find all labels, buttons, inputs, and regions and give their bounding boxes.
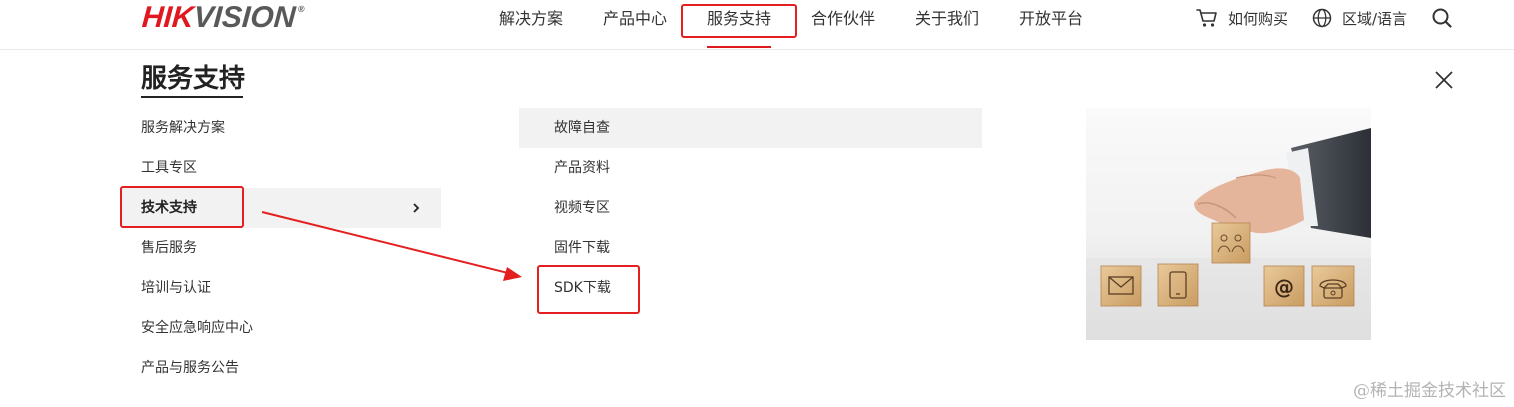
category-item-security-response[interactable]: 安全应急响应中心 (121, 308, 441, 348)
promo-image[interactable]: @ (1086, 108, 1371, 340)
category-label: 工具专区 (141, 160, 197, 176)
nav-label: 解决方案 (499, 9, 564, 28)
tablet-icon (1157, 263, 1199, 307)
how-to-buy-link[interactable]: 如何购买 (1196, 6, 1288, 30)
chevron-right-icon (411, 188, 421, 228)
envelope-icon (1100, 265, 1142, 307)
category-label: 安全应急响应中心 (141, 320, 253, 336)
sub-item-videos[interactable]: 视频专区 (519, 188, 982, 228)
nav-item-open-platform[interactable]: 开放平台 (1019, 8, 1083, 30)
nav-label: 开放平台 (1019, 9, 1084, 28)
logo-part-hik: HIK (140, 1, 195, 34)
nav-label: 产品中心 (603, 9, 668, 28)
sub-item-label: 产品资料 (554, 160, 610, 176)
cart-icon (1196, 9, 1217, 27)
category-label: 售后服务 (141, 240, 197, 256)
nav-label: 服务支持 (707, 9, 772, 28)
category-item-tech-support[interactable]: 技术支持 (121, 188, 441, 228)
category-label: 服务解决方案 (141, 120, 225, 136)
category-label: 技术支持 (141, 200, 197, 216)
sub-item-firmware-download[interactable]: 固件下载 (519, 228, 982, 268)
region-language-selector[interactable]: 区域/语言 (1312, 6, 1407, 30)
sub-item-label: 故障自查 (554, 120, 610, 136)
search-icon (1432, 8, 1452, 28)
people-icon (1211, 222, 1251, 264)
nav-item-solutions[interactable]: 解决方案 (499, 8, 563, 30)
telephone-icon (1311, 265, 1355, 307)
service-category-list: 服务解决方案 工具专区 技术支持 售后服务 培训与认证 安全应急响应中心 产品与… (121, 108, 441, 388)
sub-item-self-diagnosis[interactable]: 故障自查 (519, 108, 982, 148)
svg-text:@: @ (1274, 275, 1294, 299)
search-button[interactable] (1431, 6, 1463, 30)
category-item-tools[interactable]: 工具专区 (121, 148, 441, 188)
nav-label: 合作伙伴 (811, 9, 876, 28)
region-language-label: 区域/语言 (1342, 9, 1408, 28)
menu-title-underline (141, 96, 243, 98)
category-label: 培训与认证 (141, 280, 211, 296)
nav-item-partners[interactable]: 合作伙伴 (811, 8, 875, 30)
nav-item-products[interactable]: 产品中心 (603, 8, 667, 30)
logo-part-vision: VISION (192, 1, 297, 34)
category-item-announcements[interactable]: 产品与服务公告 (121, 348, 441, 388)
sub-item-label: 视频专区 (554, 200, 610, 216)
sub-item-product-docs[interactable]: 产品资料 (519, 148, 982, 188)
globe-icon (1312, 8, 1332, 28)
sub-item-label: 固件下载 (554, 240, 610, 256)
tech-support-sublist: 故障自查 产品资料 视频专区 固件下载 SDK下载 (519, 108, 982, 308)
nav-item-about[interactable]: 关于我们 (915, 8, 979, 30)
at-sign-icon: @ (1263, 265, 1305, 307)
site-header: HIK VISION ® 解决方案 产品中心 服务支持 合作伙伴 关于我们 开放平台… (0, 0, 1514, 50)
nav-item-service-support[interactable]: 服务支持 (707, 8, 772, 48)
sub-item-sdk-download[interactable]: SDK下载 (519, 268, 982, 308)
nav-label: 关于我们 (915, 9, 980, 28)
category-item-after-sales[interactable]: 售后服务 (121, 228, 441, 268)
how-to-buy-label: 如何购买 (1228, 9, 1289, 28)
sub-item-label: SDK下载 (554, 280, 611, 296)
watermark: @稀土掘金技术社区 (1353, 381, 1506, 401)
category-item-training[interactable]: 培训与认证 (121, 268, 441, 308)
menu-title: 服务支持 (141, 64, 246, 94)
logo-registered-mark: ® (297, 4, 305, 14)
close-icon[interactable] (1432, 68, 1456, 92)
hikvision-logo[interactable]: HIK VISION ® (141, 1, 305, 35)
active-nav-underline (707, 46, 772, 48)
category-label: 产品与服务公告 (141, 360, 239, 376)
category-item-service-solutions[interactable]: 服务解决方案 (121, 108, 441, 148)
